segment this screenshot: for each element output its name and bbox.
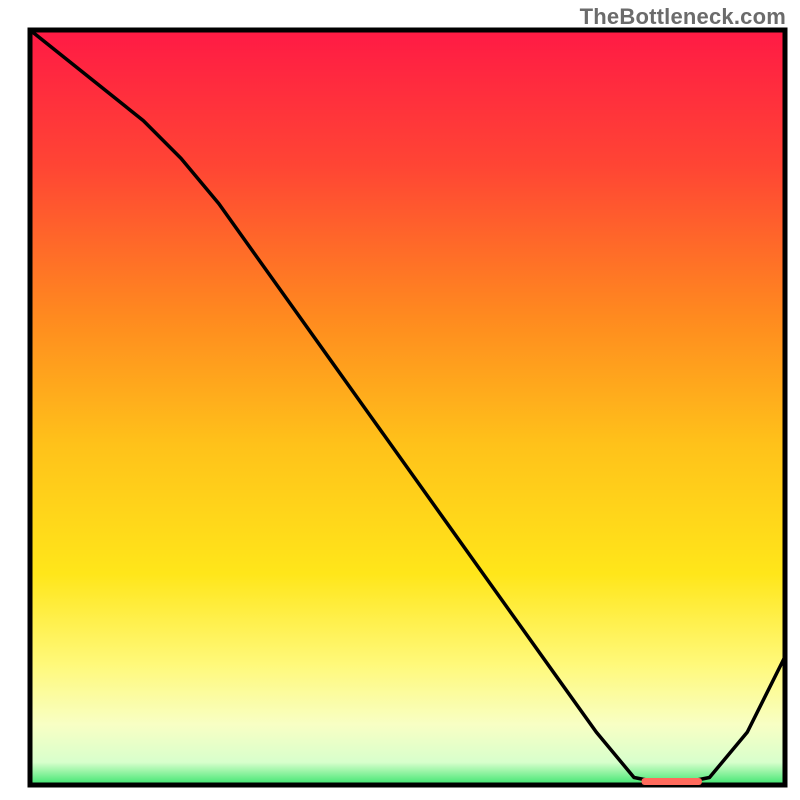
plot-background — [30, 30, 785, 785]
bottleneck-chart — [0, 0, 800, 800]
chart-stage: TheBottleneck.com — [0, 0, 800, 800]
optimal-range-marker — [642, 778, 702, 785]
